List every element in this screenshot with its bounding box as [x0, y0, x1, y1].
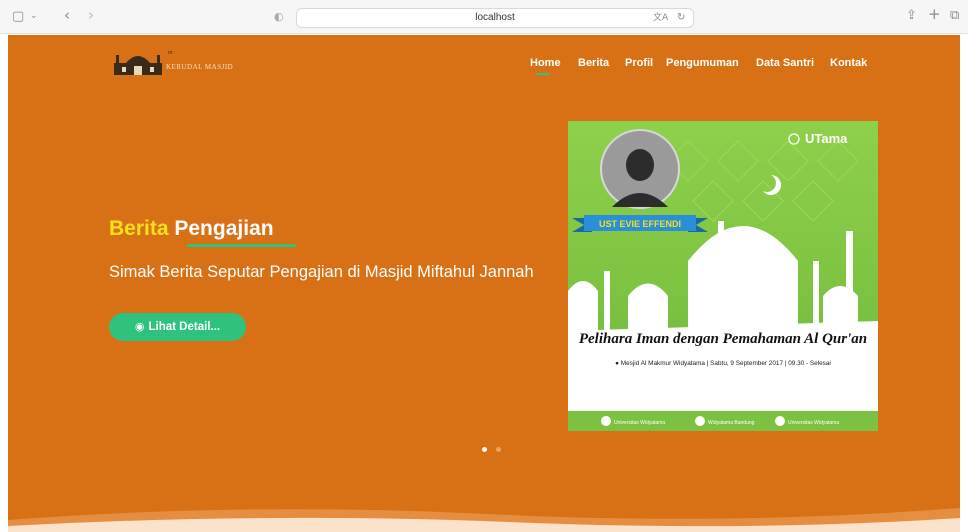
address-url: localhost [475, 12, 515, 23]
detail-button[interactable]: ◉ Lihat Detail... [109, 313, 246, 341]
poster-brand: UTama [805, 131, 848, 146]
hero-title-word2: Pengajian [174, 217, 274, 240]
mosque-logo-icon [114, 55, 162, 75]
nav-data-santri[interactable]: Data Santri [756, 57, 814, 69]
logo-small: ᵐ [168, 49, 173, 58]
poster-footer-2: Widyatama Bandung [708, 420, 755, 426]
forward-icon[interactable]: › [88, 8, 94, 23]
carousel-poster-image[interactable]: UST EVIE EFFENDI UTama Pelihara Iman den… [568, 121, 878, 431]
carousel-dot-1[interactable] [482, 447, 487, 452]
hero-title-underline [187, 244, 296, 247]
browser-toolbar: ▢ ⌄ ‹ › ◐ localhost 文A ↻ ⇪ + ⧉ [0, 0, 968, 34]
sidebar-icon[interactable]: ▢ [12, 10, 24, 23]
poster-footer-3: Universitas Widyatama [788, 420, 839, 426]
nav-berita[interactable]: Berita [578, 57, 609, 69]
new-tab-icon[interactable]: + [928, 7, 941, 22]
back-icon[interactable]: ‹ [64, 8, 70, 23]
poster-title: Pelihara Iman dengan Pemahaman Al Qur'an [579, 331, 867, 347]
poster-details: ● Mesjid Al Makmur Widyatama | Sabtu, 9 … [615, 360, 831, 367]
nav-profil[interactable]: Profil [625, 57, 653, 69]
hero-section: ᵐ KERUDAL MASJID Home Berita Profil Peng… [8, 35, 960, 532]
nav-active-indicator [536, 73, 550, 75]
poster-graphic: UST EVIE EFFENDI UTama Pelihara Iman den… [568, 121, 878, 431]
nav-kontak[interactable]: Kontak [830, 57, 867, 69]
poster-footer-1: Universitas Widyatama [614, 420, 665, 426]
detail-button-label: Lihat Detail... [148, 321, 221, 333]
translate-icon[interactable]: 文A [653, 12, 668, 25]
chevron-down-icon[interactable]: ⌄ [30, 10, 38, 23]
site-logo[interactable]: ᵐ KERUDAL MASJID [112, 49, 252, 75]
carousel-dot-2[interactable] [496, 447, 501, 452]
reload-icon[interactable]: ↻ [677, 11, 685, 24]
eye-icon: ◉ [134, 320, 145, 333]
hero-subtitle: Simak Berita Seputar Pengajian di Masjid… [109, 263, 534, 281]
poster-speaker: UST EVIE EFFENDI [599, 219, 681, 229]
tabs-icon[interactable]: ⧉ [950, 9, 959, 22]
hero-title: Berita Pengajian [109, 217, 274, 241]
privacy-icon[interactable]: ◐ [274, 10, 284, 23]
share-icon[interactable]: ⇪ [906, 9, 917, 22]
address-bar[interactable]: localhost 文A ↻ [296, 8, 694, 28]
nav-pengumuman[interactable]: Pengumuman [666, 57, 739, 69]
hero-title-word1: Berita [109, 217, 169, 240]
nav-home[interactable]: Home [530, 57, 561, 69]
bottom-wave [8, 508, 960, 532]
logo-text: KERUDAL MASJID [166, 63, 234, 71]
